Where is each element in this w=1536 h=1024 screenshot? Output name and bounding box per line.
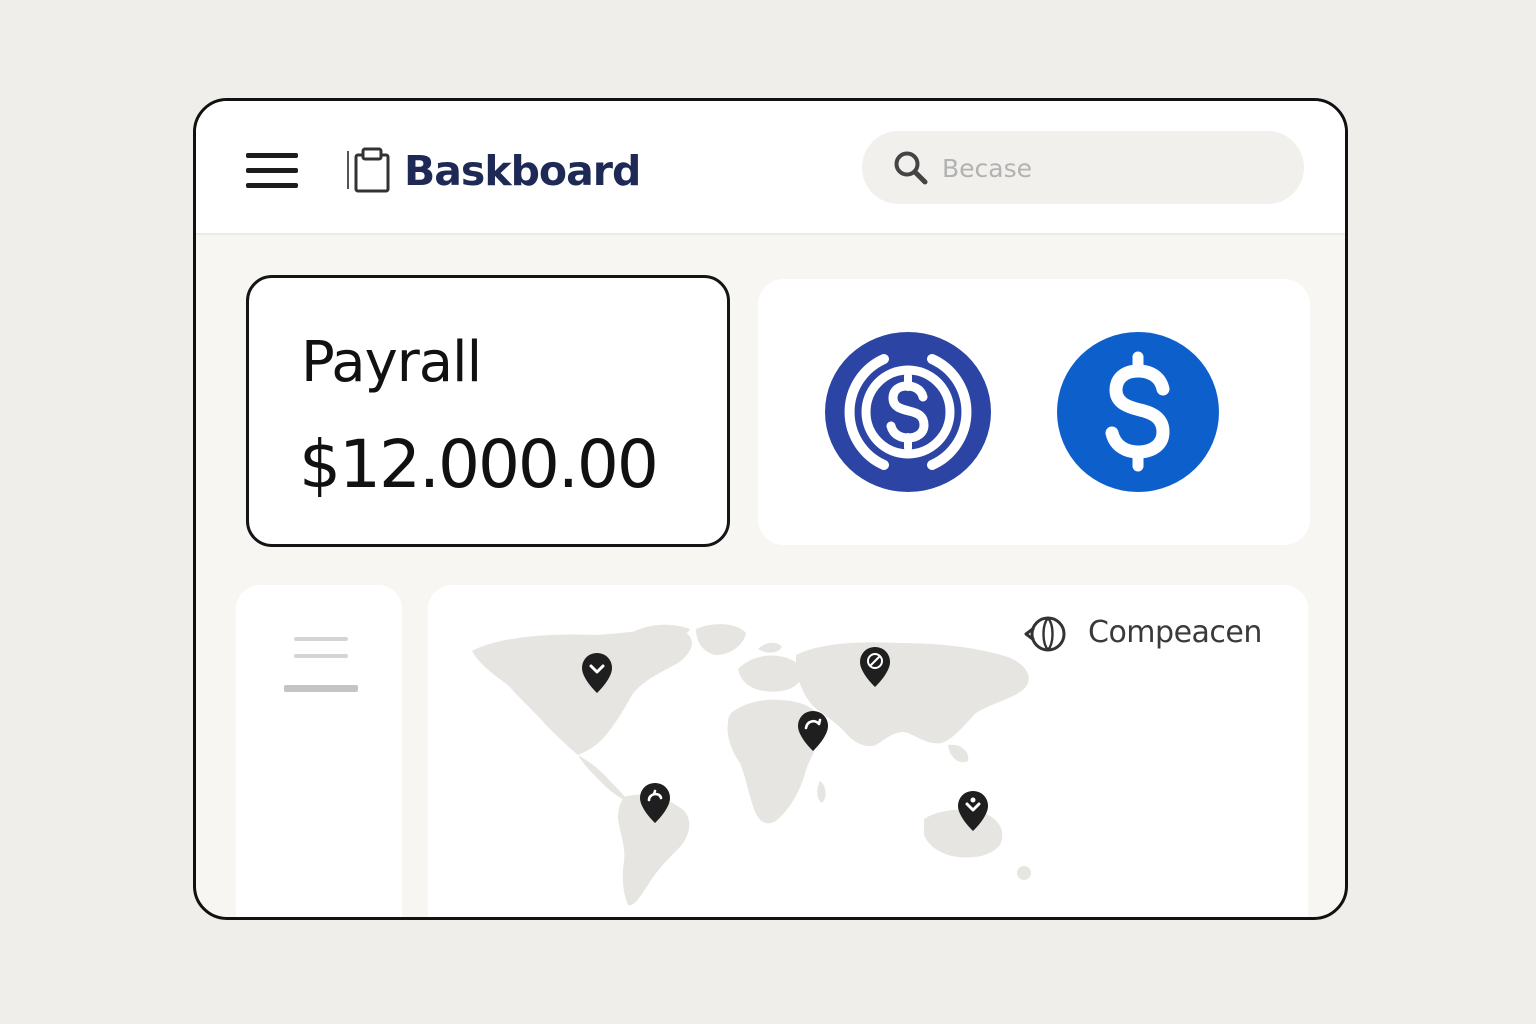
payroll-label: Payrall [301, 330, 482, 395]
search-input[interactable] [940, 145, 1284, 191]
usd-coin-icon[interactable] [1056, 331, 1224, 493]
side-panel [236, 585, 402, 917]
world-map-card: Compeacen [428, 585, 1308, 917]
currency-card [758, 279, 1310, 545]
top-bar: Baskboard [196, 101, 1345, 235]
globe-compare-icon [1024, 616, 1066, 652]
search-icon [894, 151, 928, 185]
usd-coin-ring-icon[interactable] [824, 331, 992, 493]
search-bar[interactable] [862, 131, 1304, 204]
payroll-card[interactable]: Payrall $12.000.00 [246, 275, 730, 547]
app-window: Baskboard Payrall $12.000.00 [193, 98, 1348, 920]
payroll-amount: $12.000.00 [299, 426, 659, 503]
map-pin-icon[interactable] [956, 789, 990, 833]
map-pin-icon[interactable] [638, 781, 672, 825]
map-pin-icon[interactable] [580, 651, 614, 695]
clipboard-icon [347, 147, 390, 193]
map-pin-icon[interactable] [796, 709, 830, 753]
compare-label: Compeacen [1088, 615, 1262, 650]
hamburger-menu-icon[interactable] [246, 153, 298, 189]
map-pin-icon[interactable] [858, 645, 892, 689]
app-title: Baskboard [404, 147, 641, 195]
